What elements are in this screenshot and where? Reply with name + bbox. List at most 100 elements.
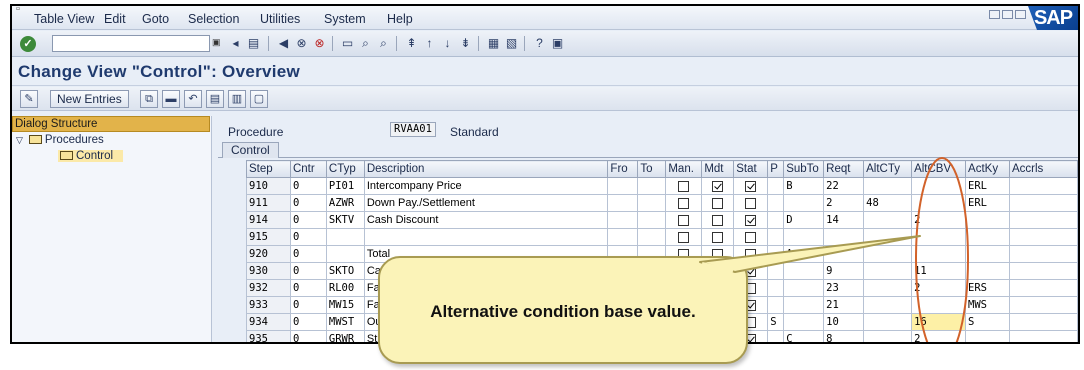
accruals-cell[interactable] <box>1008 262 1078 280</box>
close-icon[interactable] <box>1015 10 1026 19</box>
subtotal-cell[interactable]: A <box>783 245 825 263</box>
print-cell[interactable] <box>767 262 785 280</box>
step-cell[interactable]: 914 <box>246 211 291 229</box>
statistical-checkbox-cell[interactable] <box>733 211 769 229</box>
menu-help[interactable]: Help <box>387 12 413 26</box>
column-header[interactable]: Step <box>246 160 291 178</box>
description-cell[interactable]: Intercompany Price <box>363 177 609 195</box>
alt-condition-base-value-cell[interactable] <box>911 194 967 212</box>
condition-type-cell[interactable]: MWST <box>325 313 365 331</box>
column-header[interactable]: Accrls <box>1008 160 1078 178</box>
requirement-cell[interactable]: 22 <box>823 177 865 195</box>
menu-selection[interactable]: Selection <box>188 12 239 26</box>
to-cell[interactable] <box>637 177 667 195</box>
alt-calc-type-cell[interactable] <box>863 296 913 314</box>
subtotal-cell[interactable]: D <box>783 211 825 229</box>
alt-calc-type-cell[interactable] <box>863 313 913 331</box>
step-cell[interactable]: 933 <box>246 296 291 314</box>
alt-calc-type-cell[interactable] <box>863 228 913 246</box>
alt-calc-type-cell[interactable]: 48 <box>863 194 913 212</box>
save-icon[interactable]: ▤ <box>246 36 261 51</box>
counter-cell[interactable]: 0 <box>289 313 327 331</box>
step-cell[interactable]: 911 <box>246 194 291 212</box>
counter-cell[interactable]: 0 <box>289 330 327 342</box>
counter-cell[interactable]: 0 <box>289 177 327 195</box>
account-key-cell[interactable] <box>965 228 1010 246</box>
counter-cell[interactable]: 0 <box>289 245 327 263</box>
account-key-cell[interactable] <box>965 262 1010 280</box>
condition-type-cell[interactable]: PI01 <box>325 177 365 195</box>
step-cell[interactable]: 935 <box>246 330 291 342</box>
tree-item-procedures[interactable]: ▽ Procedures <box>16 134 104 146</box>
tree-item-control[interactable]: Control <box>58 150 124 162</box>
print-cell[interactable] <box>767 194 785 212</box>
menu-system[interactable]: System <box>324 12 366 26</box>
counter-cell[interactable]: 0 <box>289 194 327 212</box>
mandatory-checkbox-cell[interactable] <box>701 194 735 212</box>
counter-cell[interactable]: 0 <box>289 279 327 297</box>
checkbox[interactable] <box>745 214 757 226</box>
menu-table-view[interactable]: Table View <box>34 12 94 26</box>
account-key-cell[interactable] <box>965 245 1010 263</box>
requirement-cell[interactable]: 9 <box>823 262 865 280</box>
alt-condition-base-value-cell[interactable] <box>911 245 967 263</box>
column-header[interactable]: Stat <box>733 160 769 178</box>
find-next-icon[interactable]: ⌕ <box>376 36 391 51</box>
alt-calc-type-cell[interactable] <box>863 177 913 195</box>
subtotal-cell[interactable]: B <box>783 177 825 195</box>
checkbox[interactable] <box>678 180 690 192</box>
manual-checkbox-cell[interactable] <box>665 211 703 229</box>
step-cell[interactable]: 915 <box>246 228 291 246</box>
table-row[interactable]: 914 0 SKTV Cash Discount D 14 2 <box>246 211 1078 229</box>
account-key-cell[interactable] <box>965 211 1010 229</box>
maximize-icon[interactable] <box>1002 10 1013 19</box>
print-cell[interactable] <box>767 211 785 229</box>
mandatory-checkbox-cell[interactable] <box>701 177 735 195</box>
print-icon[interactable]: ▭ <box>340 36 355 51</box>
display-change-icon[interactable]: ✎ <box>20 90 38 108</box>
cancel-icon[interactable]: ⊗ <box>312 36 327 51</box>
deselect-all-icon[interactable]: ▢ <box>250 90 268 108</box>
subtotal-cell[interactable] <box>783 194 825 212</box>
subtotal-cell[interactable] <box>783 262 825 280</box>
column-header[interactable]: ActKy <box>965 160 1010 178</box>
command-field[interactable] <box>52 35 210 52</box>
account-key-cell[interactable]: S <box>965 313 1010 331</box>
exit-icon[interactable]: ⊗ <box>294 36 309 51</box>
counter-cell[interactable]: 0 <box>289 262 327 280</box>
condition-type-cell[interactable] <box>325 228 365 246</box>
description-cell[interactable]: Down Pay./Settlement <box>363 194 609 212</box>
subtotal-cell[interactable] <box>783 313 825 331</box>
alt-calc-type-cell[interactable] <box>863 211 913 229</box>
statistical-checkbox-cell[interactable] <box>733 194 769 212</box>
subtotal-cell[interactable] <box>783 279 825 297</box>
step-cell[interactable]: 930 <box>246 262 291 280</box>
statistical-checkbox-cell[interactable] <box>733 177 769 195</box>
counter-cell[interactable]: 0 <box>289 296 327 314</box>
requirement-cell[interactable]: 2 <box>823 194 865 212</box>
account-key-cell[interactable]: ERL <box>965 177 1010 195</box>
requirement-cell[interactable]: 21 <box>823 296 865 314</box>
accruals-cell[interactable] <box>1008 313 1078 331</box>
mandatory-checkbox-cell[interactable] <box>701 211 735 229</box>
account-key-cell[interactable]: ERL <box>965 194 1010 212</box>
new-entries-button[interactable]: New Entries <box>50 90 129 108</box>
column-header[interactable]: SubTo <box>783 160 825 178</box>
back-arrow-icon[interactable]: ◂ <box>228 36 243 51</box>
command-history-icon[interactable]: ▣ <box>212 37 222 49</box>
shortcut-icon[interactable]: ▧ <box>504 36 519 51</box>
from-cell[interactable] <box>607 211 639 229</box>
first-page-icon[interactable]: ⇞ <box>404 36 419 51</box>
table-row[interactable]: 911 0 AZWR Down Pay./Settlement 2 48 ERL <box>246 194 1078 212</box>
help-icon[interactable]: ? <box>532 36 547 51</box>
select-all-icon[interactable]: ▤ <box>206 90 224 108</box>
alt-condition-base-value-cell[interactable] <box>911 296 967 314</box>
statistical-checkbox-cell[interactable] <box>733 228 769 246</box>
checkbox[interactable] <box>678 214 690 226</box>
to-cell[interactable] <box>637 228 667 246</box>
condition-type-cell[interactable]: GRWR <box>325 330 365 342</box>
column-header[interactable]: AltCBV <box>911 160 967 178</box>
condition-type-cell[interactable]: RL00 <box>325 279 365 297</box>
alt-condition-base-value-cell[interactable]: 16 <box>911 313 967 331</box>
from-cell[interactable] <box>607 228 639 246</box>
